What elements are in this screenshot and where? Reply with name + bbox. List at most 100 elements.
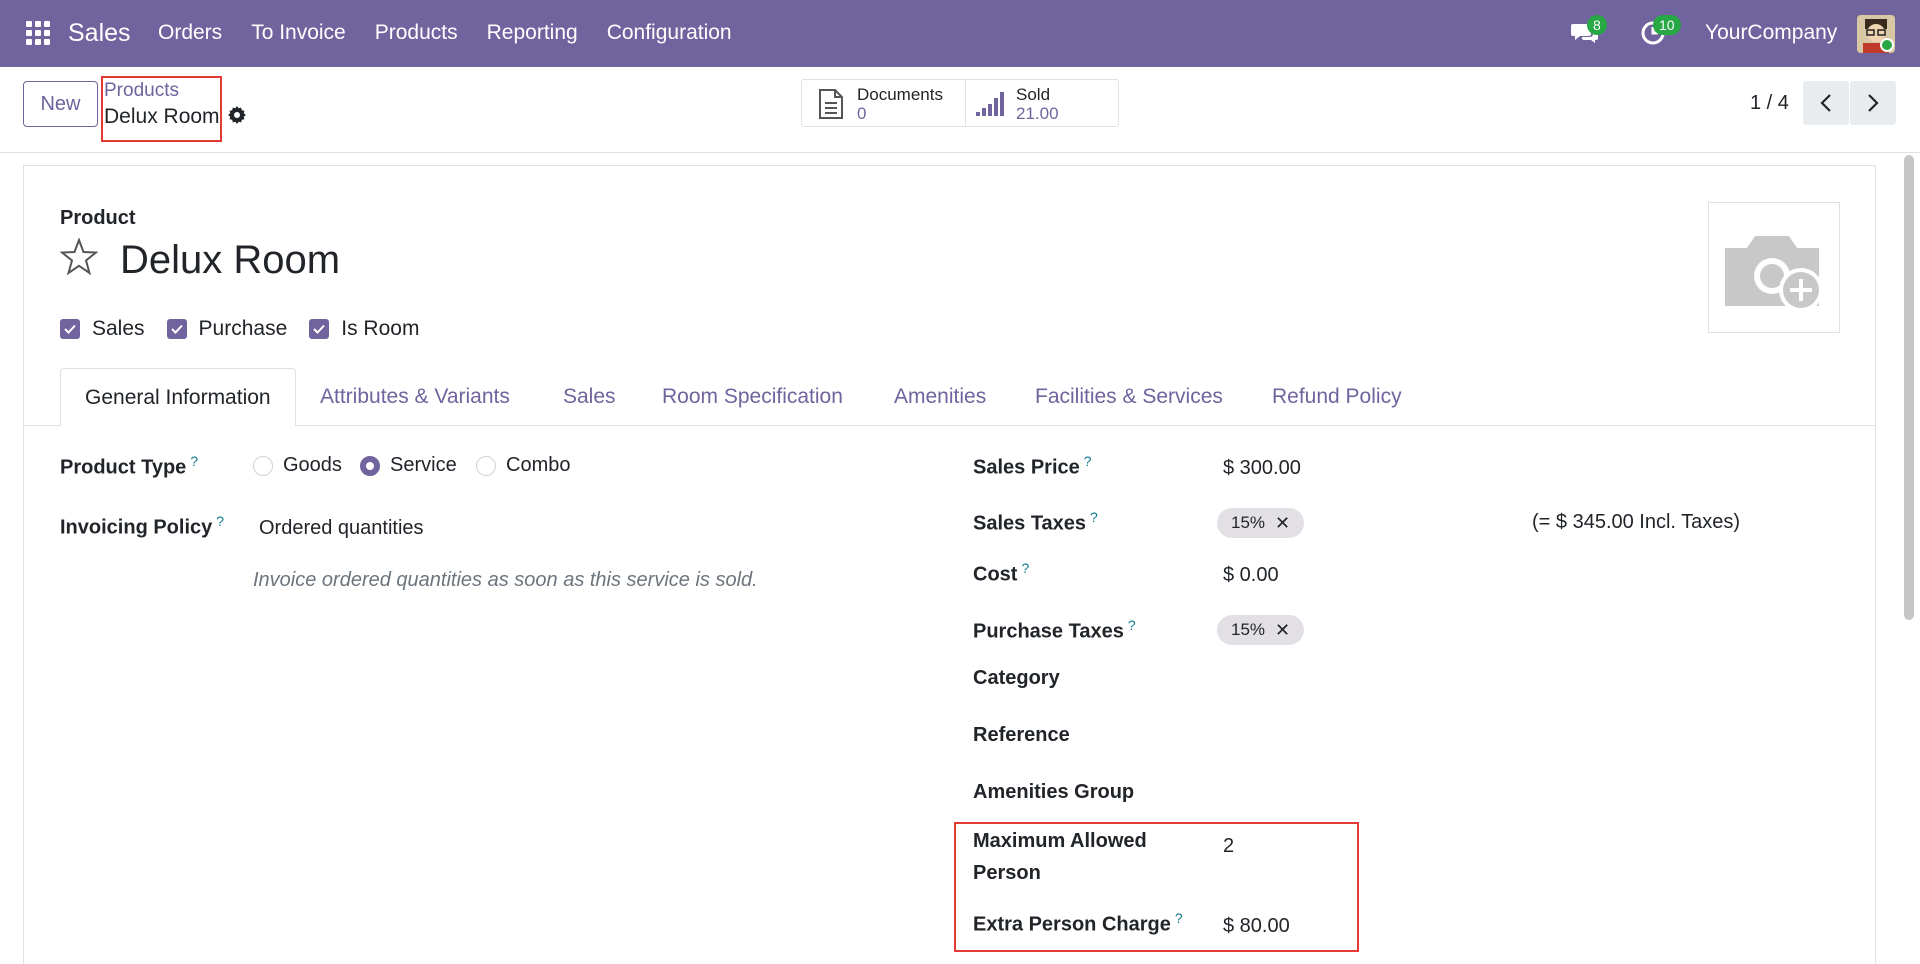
help-tooltip-icon[interactable]: ? [216,513,224,529]
form-sheet [23,165,1876,964]
extra-person-charge-field[interactable]: $ 80.00 [1223,915,1290,938]
sales-tax-tag[interactable]: 15% ✕ [1217,508,1305,538]
documents-label: Documents [857,85,943,104]
radio-combo[interactable]: Combo [476,454,570,477]
pager-next-button[interactable] [1850,81,1896,125]
menu-to-invoice[interactable]: To Invoice [251,21,346,45]
control-panel: New Products Delux Room Documents 0 Sold [0,67,1920,153]
tab-sales[interactable]: Sales [563,368,616,426]
amenities-group-label: Amenities Group [973,781,1135,803]
product-image-placeholder[interactable] [1708,202,1840,333]
remove-tag-icon[interactable]: ✕ [1275,513,1290,534]
apps-grid-icon[interactable] [26,21,50,45]
tab-room-specification[interactable]: Room Specification [662,368,843,426]
pager-counter[interactable]: 1 / 4 [1750,92,1789,115]
cost-label-text: Cost [973,563,1018,586]
purchase-checkbox-label: Purchase [198,317,288,340]
help-tooltip-icon[interactable]: ? [190,453,198,469]
max-person-field[interactable]: 2 [1223,835,1234,858]
sold-value: 21.00 [1016,104,1059,123]
breadcrumb-current: Delux Room [104,105,220,128]
radio-combo-label: Combo [506,454,571,476]
purchase-checkbox[interactable]: Purchase [166,317,288,341]
tab-refund-policy[interactable]: Refund Policy [1272,368,1402,426]
check-icon [309,319,330,339]
chevron-right-icon [1868,94,1879,112]
extra-person-charge-label: Extra Person Charge? [973,910,1183,937]
purchase-tax-tag-label: 15% [1231,620,1266,639]
product-name-field[interactable]: Delux Room [120,238,340,283]
product-section-label: Product [60,207,136,229]
menu-products[interactable]: Products [375,21,458,45]
product-type-label-text: Product Type [60,456,187,479]
online-status-dot [1880,38,1894,52]
max-person-label-line1: Maximum Allowed [973,830,1147,852]
pager-previous-button[interactable] [1803,81,1849,125]
gear-icon[interactable] [227,105,247,125]
radio-dot [476,455,496,476]
tab-facilities-services[interactable]: Facilities & Services [1035,368,1223,426]
purchase-taxes-label: Purchase Taxes? [973,617,1136,644]
radio-service-label: Service [390,454,457,476]
company-switcher[interactable]: YourCompany [1705,21,1837,45]
help-tooltip-icon[interactable]: ? [1175,910,1183,926]
breadcrumb-parent[interactable]: Products [104,80,179,102]
check-icon [60,319,80,339]
tab-general-information[interactable]: General Information [60,368,296,427]
activity-count-badge: 10 [1653,15,1681,35]
radio-goods[interactable]: Goods [253,454,342,477]
invoicing-policy-label-text: Invoicing Policy [60,516,213,539]
help-tooltip-icon[interactable]: ? [1021,560,1029,576]
remove-tag-icon[interactable]: ✕ [1275,620,1290,641]
tab-amenities[interactable]: Amenities [894,368,986,426]
chevron-left-icon [1820,94,1831,112]
camera-plus-icon [1725,236,1823,312]
documents-count: 0 [857,104,867,123]
app-brand[interactable]: Sales [68,19,131,48]
product-type-label: Product Type? [60,453,198,480]
radio-service[interactable]: Service [360,454,457,477]
reference-label: Reference [973,724,1070,746]
sales-taxes-label-text: Sales Taxes [973,512,1087,535]
incl-taxes-text: (= $ 345.00 Incl. Taxes) [1532,511,1741,533]
purchase-tax-tag[interactable]: 15% ✕ [1217,615,1305,645]
sold-label: Sold [1016,85,1051,104]
help-tooltip-icon[interactable]: ? [1084,453,1092,469]
menu-orders[interactable]: Orders [158,21,222,45]
sales-checkbox[interactable]: Sales [60,317,145,341]
product-flags: Sales Purchase Is Room [60,317,441,341]
radio-dot [253,455,273,476]
sales-price-label-text: Sales Price [973,456,1080,479]
form-tabs: General Information Attributes & Variant… [23,368,1876,427]
new-button[interactable]: New [23,81,98,127]
documents-smart-button[interactable]: Documents 0 [802,80,966,126]
invoicing-policy-select[interactable]: Ordered quantities [259,517,424,540]
page-scrollbar[interactable] [1904,155,1914,620]
sold-smart-button[interactable]: Sold 21.00 [966,80,1118,126]
extra-person-charge-label-text: Extra Person Charge [973,913,1171,936]
invoicing-policy-note: Invoice ordered quantities as soon as th… [253,569,758,591]
is-room-checkbox-label: Is Room [341,317,420,340]
purchase-taxes-label-text: Purchase Taxes [973,620,1124,643]
sales-tax-tag-label: 15% [1231,513,1266,532]
is-room-checkbox[interactable]: Is Room [309,317,419,341]
help-tooltip-icon[interactable]: ? [1090,509,1098,525]
smart-buttons: Documents 0 Sold 21.00 [801,79,1119,127]
help-tooltip-icon[interactable]: ? [1128,617,1136,633]
radio-goods-label: Goods [283,454,342,476]
cost-label: Cost? [973,560,1029,587]
menu-configuration[interactable]: Configuration [607,21,732,45]
sales-price-label: Sales Price? [973,453,1092,480]
chat-count-badge: 8 [1587,15,1607,35]
sales-price-field[interactable]: $ 300.00 [1223,457,1301,480]
top-navbar: Sales Orders To Invoice Products Reporti… [0,0,1920,67]
tab-attributes-variants[interactable]: Attributes & Variants [320,368,510,426]
max-person-label-line2: Person [973,862,1041,884]
sales-taxes-label: Sales Taxes? [973,509,1098,536]
cost-field[interactable]: $ 0.00 [1223,564,1279,587]
main-menu: Orders To Invoice Products Reporting Con… [158,21,761,45]
sales-checkbox-label: Sales [92,317,145,340]
favorite-star-icon[interactable] [60,238,98,276]
menu-reporting[interactable]: Reporting [487,21,578,45]
category-label: Category [973,667,1060,689]
